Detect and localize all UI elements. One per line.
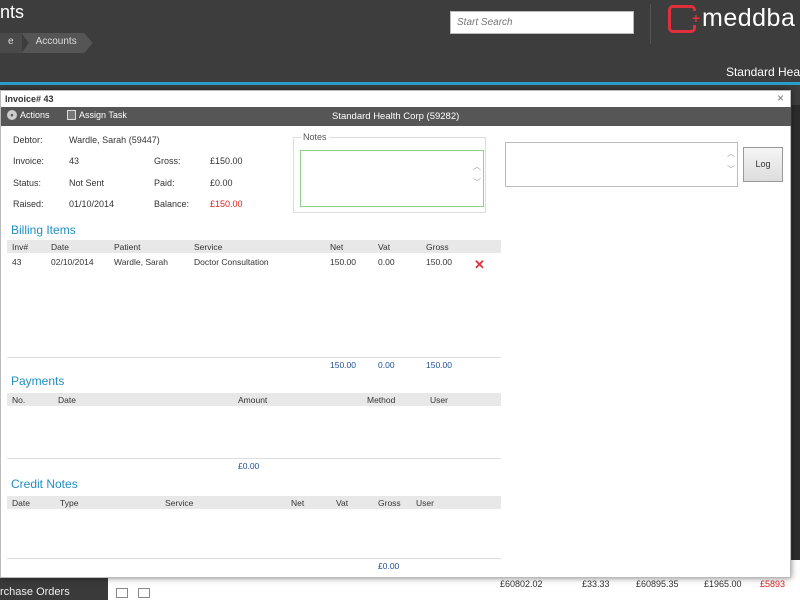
logo-mark-icon <box>668 4 700 33</box>
total-gross: £0.00 <box>378 561 400 571</box>
raised-value: 01/10/2014 <box>69 199 115 209</box>
billing-items-totals: 150.00 0.00 150.00 <box>7 357 501 371</box>
logo-divider <box>650 4 651 44</box>
bg-cell: £60802.02 <box>500 579 543 589</box>
logo-text: meddba <box>702 4 796 32</box>
actions-button[interactable]: • Actions <box>7 110 50 120</box>
app-title: nts <box>0 2 25 22</box>
cell-date: 02/10/2014 <box>51 257 94 267</box>
view-toggle <box>116 588 150 598</box>
debtor-company-title: Standard Health Corp (59282) <box>332 111 460 122</box>
balance-label: Balance: <box>154 199 190 209</box>
column-header: Date <box>58 395 76 405</box>
billing-items-title: Billing Items <box>11 223 76 237</box>
close-icon[interactable]: × <box>777 91 784 105</box>
top-bar: nts e Accounts Start Search meddba Stand… <box>0 0 800 82</box>
invoice-label: Invoice: <box>13 156 45 166</box>
total-gross: 150.00 <box>426 360 452 370</box>
payments-header: No. Date Amount Method User <box>7 393 501 406</box>
column-header: User <box>416 498 434 508</box>
column-header: Net <box>291 498 305 508</box>
notes-textarea[interactable]: ︿ ﹀ <box>300 150 484 207</box>
assign-task-label: Assign Task <box>79 110 127 120</box>
column-header: Patient <box>114 242 141 252</box>
notes-group: Notes ︿ ﹀ <box>293 132 486 213</box>
column-header: Inv# <box>12 242 29 252</box>
debtor-value: Wardle, Sarah (59447) <box>69 135 160 145</box>
gross-value: £150.00 <box>210 156 243 166</box>
column-header: Service <box>194 242 223 252</box>
list-view-icon[interactable] <box>138 588 150 598</box>
column-header: Amount <box>238 395 268 405</box>
invoice-modal: Invoice# 43 × • Actions Assign Task Stan… <box>0 90 791 578</box>
task-icon <box>67 110 76 120</box>
breadcrumb-home[interactable]: e <box>0 33 22 53</box>
cell-gross: 150.00 <box>426 257 452 267</box>
breadcrumb: e Accounts <box>0 33 93 53</box>
debtor-label: Debtor: <box>13 135 43 145</box>
page-scrollbar[interactable] <box>792 105 800 560</box>
cell-net: 150.00 <box>330 257 356 267</box>
actions-label: Actions <box>20 110 50 120</box>
breadcrumb-accounts[interactable]: Accounts <box>21 33 93 53</box>
bg-cell: £33.33 <box>582 579 610 589</box>
column-header: Date <box>51 242 69 252</box>
total-vat: 0.00 <box>378 360 395 370</box>
grid-view-icon[interactable] <box>116 588 128 598</box>
gear-icon: • <box>7 110 17 120</box>
total-net: 150.00 <box>330 360 356 370</box>
paid-label: Paid: <box>154 178 175 188</box>
paid-value: £0.00 <box>210 178 233 188</box>
payments-title: Payments <box>11 374 65 388</box>
gross-label: Gross: <box>154 156 181 166</box>
invoice-value: 43 <box>69 156 80 166</box>
logo: meddba <box>668 4 795 33</box>
log-button[interactable]: Log <box>743 147 783 182</box>
status-value: Not Sent <box>69 178 105 188</box>
status-label: Status: <box>13 178 42 188</box>
column-header: Net <box>330 242 344 252</box>
column-header: Vat <box>378 242 391 252</box>
bg-cell: £5893 <box>760 579 786 589</box>
assign-task-button[interactable]: Assign Task <box>67 110 127 120</box>
log-textarea[interactable]: ︿ ﹀ <box>505 142 738 187</box>
column-header: Method <box>367 395 396 405</box>
total-amount: £0.00 <box>238 461 260 471</box>
credit-notes-totals: £0.00 <box>7 558 501 572</box>
raised-label: Raised: <box>13 199 44 209</box>
table-row[interactable]: 43 02/10/2014 Wardle, Sarah Doctor Consu… <box>7 255 501 272</box>
notes-label: Notes <box>301 132 329 142</box>
nav-item-purchase-orders[interactable]: rchase Orders <box>0 586 70 598</box>
bg-cell: £1965.00 <box>704 579 742 589</box>
column-header: Type <box>60 498 79 508</box>
billing-items-header: Inv# Date Patient Service Net Vat Gross <box>7 240 501 253</box>
credit-notes-title: Credit Notes <box>11 477 78 491</box>
balance-value: £150.00 <box>210 199 243 209</box>
cell-patient: Wardle, Sarah <box>114 257 169 267</box>
cell-inv: 43 <box>12 257 22 267</box>
column-header: Vat <box>336 498 349 508</box>
column-header: Gross <box>426 242 449 252</box>
search-input[interactable]: Start Search <box>450 11 634 34</box>
scroll-arrows-icon[interactable]: ︿ ﹀ <box>473 159 481 191</box>
column-header: Date <box>12 498 30 508</box>
bg-cell: £60895.35 <box>636 579 679 589</box>
column-header: Service <box>165 498 194 508</box>
modal-title: Invoice# 43 <box>5 94 54 104</box>
credit-notes-header: Date Type Service Net Vat Gross User <box>7 496 501 509</box>
company-name: Standard Hea <box>725 65 800 79</box>
delete-icon[interactable]: ✕ <box>474 257 485 273</box>
payments-totals: £0.00 <box>7 458 501 472</box>
column-header: User <box>430 395 448 405</box>
cell-vat: 0.00 <box>378 257 395 267</box>
cell-service: Doctor Consultation <box>194 257 269 267</box>
table-row: £60802.02 £33.33 £60895.35 £1965.00 £589… <box>108 576 800 594</box>
column-header: Gross <box>378 498 401 508</box>
scroll-arrows-icon[interactable]: ︿ ﹀ <box>727 146 735 178</box>
modal-toolbar: • Actions Assign Task Standard Health Co… <box>1 107 791 126</box>
column-header: No. <box>12 395 26 405</box>
